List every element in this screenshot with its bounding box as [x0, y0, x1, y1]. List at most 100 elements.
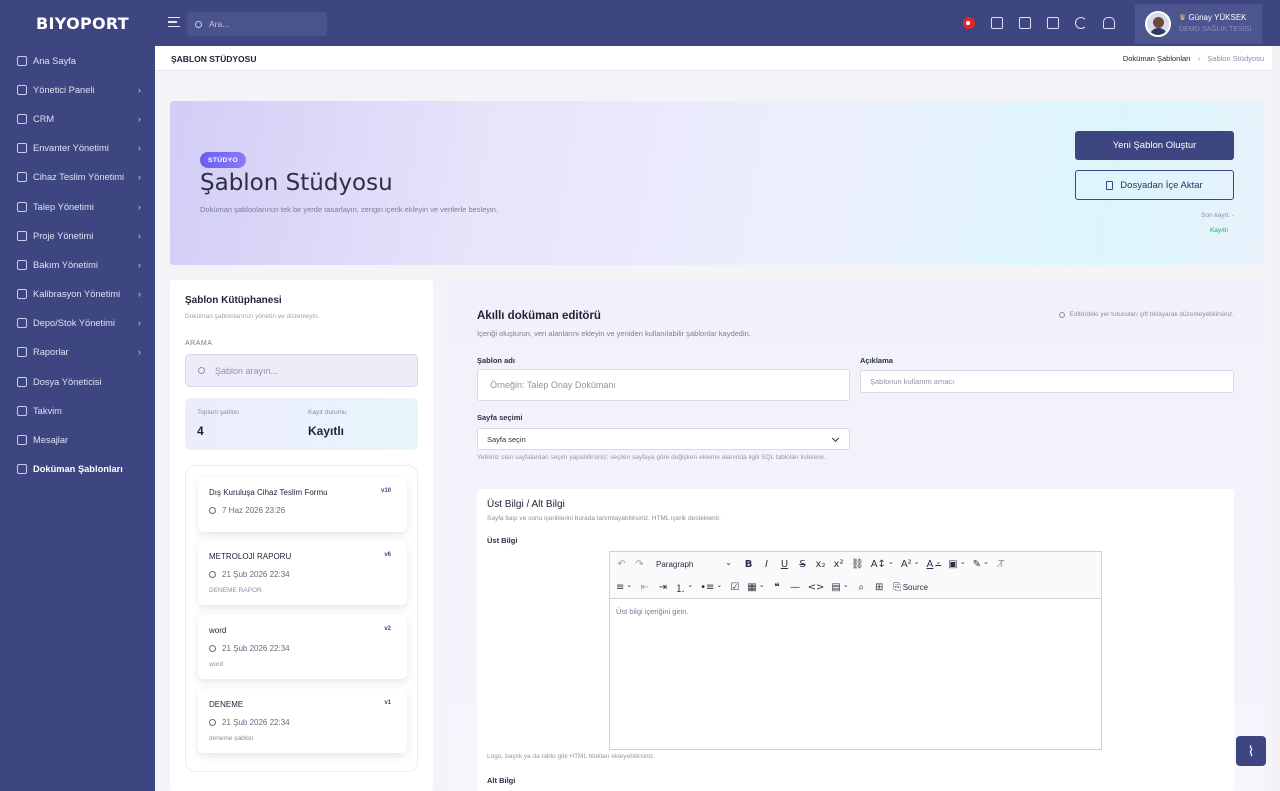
template-card[interactable]: word v2 21 Şub 2026 22:34 word	[198, 615, 407, 679]
breadcrumb-current: Şablon Stüdyosu	[1207, 54, 1264, 63]
sidebar-item-raporlar[interactable]: Raporlar ›	[0, 338, 155, 367]
chevron-right-icon: ›	[138, 172, 141, 183]
editor-title: Akıllı doküman editörü	[477, 310, 601, 322]
outdent-icon[interactable]: ⇤	[639, 582, 650, 593]
global-search-input[interactable]: Ara...	[187, 12, 327, 36]
notification-bell-icon[interactable]	[1103, 17, 1115, 29]
tools-icon	[17, 259, 27, 270]
bold-icon[interactable]: B	[743, 559, 754, 570]
font-color-icon[interactable]: A	[927, 559, 942, 570]
template-name-input[interactable]: Örneğin: Talep Onay Dokümanı	[477, 369, 850, 401]
template-card[interactable]: Dış Kuruluşa Cihaz Teslim Formu v10 7 Ha…	[198, 477, 407, 532]
chevron-right-icon: ›	[138, 201, 141, 212]
search-icon	[195, 20, 202, 28]
header-content-area[interactable]: Üst bilgi içeriğini girin.	[610, 599, 1101, 624]
ticket-icon	[17, 201, 27, 212]
topbar-icons	[963, 17, 1115, 29]
todo-list-icon[interactable]: ☑	[729, 582, 740, 593]
breadcrumb-parent[interactable]: Doküman Şablonları	[1123, 54, 1191, 63]
save-status-value: Kayıtlı	[308, 424, 345, 438]
user-menu[interactable]: ♛ Günay YÜKSEK DEMO SAĞLIK TESİSİ	[1135, 4, 1262, 44]
source-button[interactable]: ⎘ Source	[892, 582, 928, 593]
language-flag-icon[interactable]	[963, 17, 975, 29]
header-label: Üst Bilgi	[487, 536, 518, 545]
table-icon[interactable]: ▦	[747, 582, 764, 593]
align-icon[interactable]: ≡	[616, 582, 632, 593]
select-all-icon[interactable]: ⊞	[874, 582, 885, 593]
sidebar-item-dokuman-sablonlari[interactable]: Doküman Şablonları	[0, 455, 155, 484]
template-card[interactable]: DENEME v1 21 Şub 2026 22:34 deneme şablo…	[198, 689, 407, 753]
redo-icon[interactable]: ↷	[634, 559, 645, 570]
insert-image-icon[interactable]: ▤	[831, 582, 848, 593]
font-family-icon[interactable]: A²	[901, 559, 920, 570]
sidebar-item-takvim[interactable]: Takvim	[0, 396, 155, 425]
studio-badge: STÜDYO	[200, 152, 247, 168]
hero-description: Doküman şablonlarınızı tek bir yerde tas…	[200, 205, 499, 214]
bulleted-list-icon[interactable]: •≡	[700, 582, 722, 593]
chevron-right-icon: ›	[138, 289, 141, 300]
strikethrough-icon[interactable]: S	[797, 559, 808, 570]
template-search-input[interactable]: Şablon arayın...	[185, 354, 418, 387]
chevron-right-icon: ›	[138, 113, 141, 124]
sidebar-item-crm[interactable]: CRM ›	[0, 104, 155, 133]
remove-format-icon[interactable]: T̸	[996, 559, 1007, 570]
chevron-right-icon: ›	[138, 259, 141, 270]
sidebar-item-yonetici-paneli[interactable]: Yönetici Paneli ›	[0, 75, 155, 104]
chevron-right-icon: ›	[138, 84, 141, 95]
sidebar-item-ana-sayfa[interactable]: Ana Sayfa	[0, 46, 155, 75]
template-card[interactable]: METROLOJİ RAPORU v6 21 Şub 2026 22:34 DE…	[198, 541, 407, 605]
sidebar-item-mesajlar[interactable]: Mesajlar	[0, 425, 155, 454]
sidebar-item-cihaz-teslim[interactable]: Cihaz Teslim Yönetimi ›	[0, 163, 155, 192]
fullscreen-icon[interactable]	[1047, 17, 1059, 29]
library-subtitle: Doküman şablonlarınızı yönetin ve düzenl…	[185, 313, 320, 320]
code-icon[interactable]: <>	[808, 582, 825, 593]
link-icon[interactable]: ⛓	[851, 559, 864, 570]
find-replace-icon[interactable]: ⌕	[856, 582, 867, 593]
chevron-down-icon	[831, 434, 840, 443]
apps-grid-icon[interactable]	[991, 17, 1003, 29]
brand-logo[interactable]: BIYOPORT	[0, 0, 155, 46]
sidebar-item-bakim[interactable]: Bakım Yönetimi ›	[0, 250, 155, 279]
info-icon	[1058, 311, 1065, 318]
superscript-icon[interactable]: x²	[833, 559, 844, 570]
total-templates-count: 4	[197, 424, 204, 438]
sidebar-item-talep[interactable]: Talep Yönetimi ›	[0, 192, 155, 221]
undo-icon[interactable]: ↶	[616, 559, 627, 570]
indent-icon[interactable]: ⇥	[657, 582, 668, 593]
template-list[interactable]: Dış Kuruluşa Cihaz Teslim Formu v10 7 Ha…	[185, 465, 418, 772]
hero-title: Şablon Stüdyosu	[200, 170, 393, 196]
sidebar-item-kalibrasyon[interactable]: Kalibrasyon Yönetimi ›	[0, 280, 155, 309]
sidebar-item-depo-stok[interactable]: Depo/Stok Yönetimi ›	[0, 309, 155, 338]
page-select[interactable]: Sayfa seçin	[477, 428, 850, 450]
paragraph-style-select[interactable]: Paragraph	[656, 560, 732, 569]
numbered-list-icon[interactable]: ⒈	[675, 580, 693, 595]
highlight-icon[interactable]: ✎	[973, 559, 989, 570]
library-stats: Toplam şablon 4 Kayıt durumu Kayıtlı	[185, 398, 418, 450]
background-color-icon[interactable]: ▣	[948, 559, 965, 570]
activity-pulse-icon[interactable]: ⌇	[1236, 736, 1266, 766]
truck-icon	[17, 172, 27, 183]
folder-icon	[17, 230, 27, 241]
sidebar-item-dosya[interactable]: Dosya Yöneticisi	[0, 367, 155, 396]
italic-icon[interactable]: I	[761, 559, 772, 570]
sidebar-item-proje[interactable]: Proje Yönetimi ›	[0, 221, 155, 250]
quote-icon[interactable]: ❝	[772, 582, 783, 593]
save-status: Kayıtlı	[1209, 227, 1228, 234]
subscript-icon[interactable]: x₂	[815, 559, 826, 570]
clock-icon	[209, 507, 216, 514]
import-file-button[interactable]: Dosyadan İçe Aktar	[1075, 170, 1234, 200]
page-scrollbar[interactable]	[1272, 46, 1280, 791]
source-icon: ⎘	[893, 581, 902, 593]
user-organization: DEMO SAĞLIK TESİSİ	[1179, 26, 1252, 33]
new-template-button[interactable]: Yeni Şablon Oluştur	[1075, 131, 1234, 160]
font-size-icon[interactable]: A↕	[871, 559, 894, 570]
dark-mode-icon[interactable]	[1075, 17, 1087, 29]
shopping-bag-icon[interactable]	[1019, 17, 1031, 29]
sidebar-item-envanter[interactable]: Envanter Yönetimi ›	[0, 134, 155, 163]
description-input[interactable]: Şablonun kullanım amacı	[860, 370, 1234, 393]
underline-icon[interactable]: U	[779, 559, 790, 570]
menu-toggle-icon[interactable]	[168, 17, 180, 27]
horizontal-line-icon[interactable]: —	[790, 582, 801, 593]
page-title: ŞABLON STÜDYOSU	[171, 54, 257, 64]
search-label: ARAMA	[185, 340, 213, 347]
